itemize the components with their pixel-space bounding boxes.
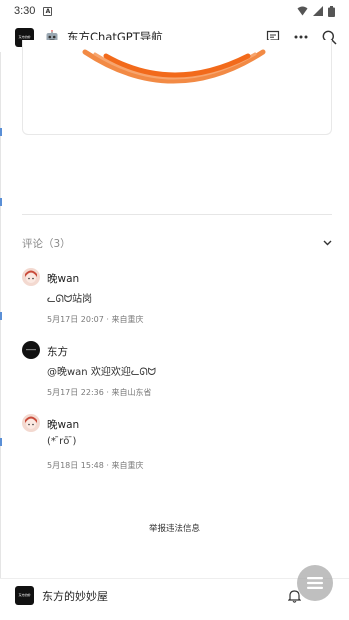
comment-text: @晚wan 欢迎欢迎ᓚᘏᗢ	[47, 367, 156, 378]
comment-meta: 5月17日 22:36 · 来自山东省	[47, 388, 152, 397]
edge-mark	[0, 128, 2, 136]
comment-author[interactable]: 东方	[47, 344, 68, 359]
status-bar: 3:30 A	[0, 0, 349, 22]
more-icon	[294, 35, 308, 39]
comment-text: ᓚᘏᗢ站岗	[47, 294, 93, 305]
floating-menu-button[interactable]	[297, 565, 333, 601]
status-time: 3:30	[14, 5, 36, 17]
comment-meta: 5月17日 20:07 · 来自重庆	[47, 315, 144, 324]
report-link[interactable]: 举报违法信息	[0, 522, 349, 534]
section-divider	[22, 214, 332, 215]
comment-author[interactable]: 晚wan	[47, 271, 79, 286]
anime-avatar-icon	[22, 414, 40, 432]
comments-title: 评论（3）	[22, 237, 71, 250]
avatar[interactable]	[22, 414, 40, 432]
avatar[interactable]	[22, 341, 40, 359]
wifi-icon	[297, 6, 308, 16]
comment-meta: 5月18日 15:48 · 来自重庆	[47, 461, 144, 470]
edge-mark	[0, 312, 2, 320]
avatar[interactable]	[22, 268, 40, 286]
account-logo[interactable]: 东方的妙	[15, 586, 34, 605]
menu-icon	[307, 577, 323, 589]
battery-icon	[328, 5, 335, 17]
anime-avatar-icon	[22, 268, 40, 286]
logo-avatar-icon	[22, 341, 40, 359]
status-icons	[297, 5, 335, 17]
comment-item: 东方 @晚wan 欢迎欢迎ᓚᘏᗢ 5月17日 22:36 · 来自山东省	[22, 341, 332, 401]
edge-mark	[0, 438, 2, 446]
card-illustration	[82, 49, 266, 84]
notification-a-icon: A	[43, 6, 53, 16]
comment-author[interactable]: 晚wan	[47, 417, 79, 432]
comment-item: 晚wan (* ̄rō ̄) 5月18日 15:48 · 来自重庆	[22, 414, 332, 474]
account-name[interactable]: 东方的妙妙屋	[42, 588, 108, 604]
signal-icon	[313, 6, 323, 16]
article-card	[22, 40, 332, 135]
comment-text: (* ̄rō ̄)	[47, 436, 77, 447]
comment-item: 晚wan ᓚᘏᗢ站岗 5月17日 20:07 · 来自重庆	[22, 268, 332, 328]
chevron-down-icon[interactable]	[323, 240, 332, 246]
edge-mark	[0, 198, 2, 206]
comments-header[interactable]: 评论（3）	[22, 236, 332, 250]
